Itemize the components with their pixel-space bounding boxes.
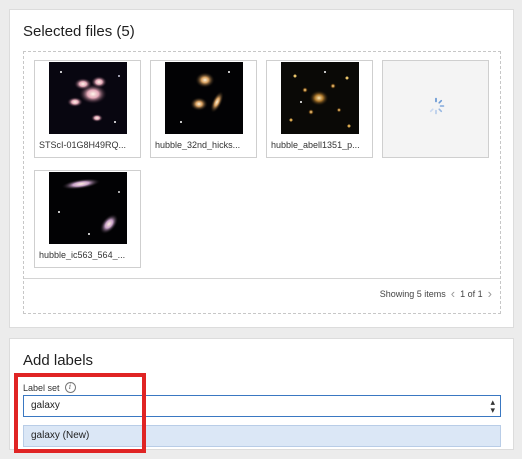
selected-files-panel: Selected files (5) STScI-01G8H49RQ... hu… xyxy=(9,9,514,328)
page-indicator: 1 of 1 xyxy=(460,289,483,299)
file-tile[interactable]: hubble_ic563_564_... xyxy=(34,170,141,268)
file-dropzone[interactable]: STScI-01G8H49RQ... hubble_32nd_hicks... … xyxy=(23,51,501,314)
label-set-value: galaxy xyxy=(31,400,60,411)
showing-items-text: Showing 5 items xyxy=(379,289,446,299)
file-name: STScI-01G8H49RQ... xyxy=(39,140,127,150)
file-name: hubble_abell1351_p... xyxy=(271,140,360,150)
select-arrows-icon: ▴ ▾ xyxy=(490,397,495,415)
label-set-select[interactable]: galaxy ▴ ▾ xyxy=(23,395,501,417)
add-labels-panel: Add labels Label set i galaxy ▴ ▾ galaxy … xyxy=(9,338,514,450)
file-thumbnail xyxy=(49,62,127,134)
info-icon[interactable]: i xyxy=(64,382,76,393)
file-tile[interactable]: hubble_32nd_hicks... xyxy=(150,60,257,158)
label-set-label-text: Label set xyxy=(23,382,60,393)
label-set-option-text: galaxy (New) xyxy=(31,430,90,441)
label-set-option[interactable]: galaxy (New) xyxy=(23,425,501,447)
chevron-right-icon[interactable]: › xyxy=(488,287,492,300)
files-footer: Showing 5 items ‹ 1 of 1 › xyxy=(24,278,500,313)
file-tile[interactable]: hubble_abell1351_p... xyxy=(266,60,373,158)
pagination: Showing 5 items ‹ 1 of 1 › xyxy=(379,287,492,300)
file-name: hubble_32nd_hicks... xyxy=(155,140,241,150)
file-thumbnail xyxy=(49,172,127,244)
loading-spinner-icon xyxy=(427,97,445,120)
chevron-left-icon[interactable]: ‹ xyxy=(451,287,455,300)
selected-files-title: Selected files (5) xyxy=(23,23,135,40)
label-set-label: Label set i xyxy=(23,382,76,393)
file-thumbnail xyxy=(165,62,243,134)
file-name: hubble_ic563_564_... xyxy=(39,250,126,260)
file-tile[interactable]: STScI-01G8H49RQ... xyxy=(34,60,141,158)
add-labels-title: Add labels xyxy=(23,352,94,369)
file-tile-loading[interactable] xyxy=(382,60,489,158)
file-thumbnail xyxy=(281,62,359,134)
